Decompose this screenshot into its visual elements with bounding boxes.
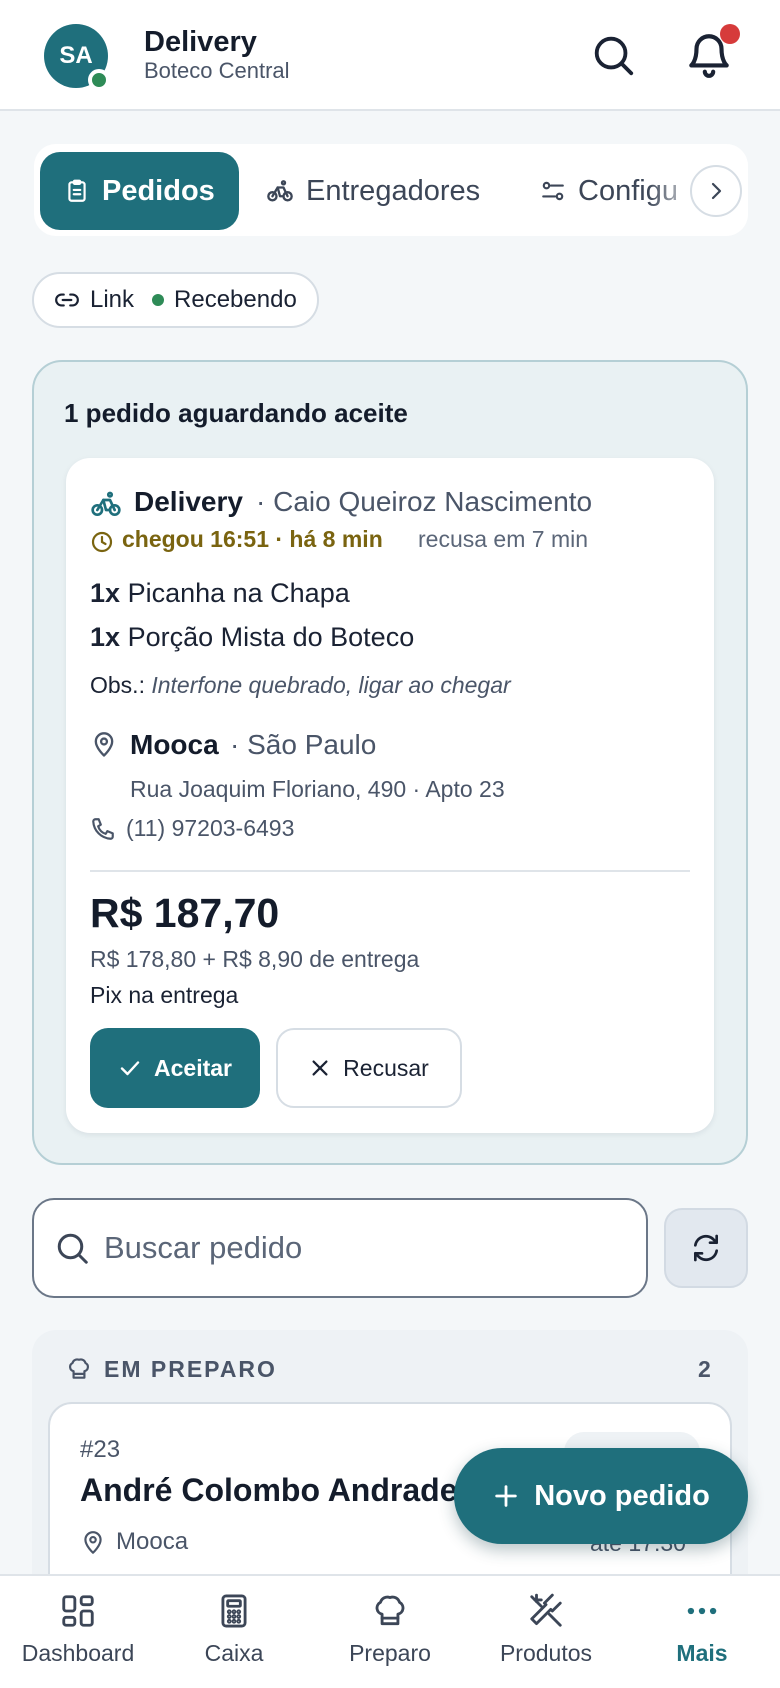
notification-badge <box>720 24 740 44</box>
chef-hat-icon <box>69 1358 89 1379</box>
tab-bar: Pedidos Entregadores Configu <box>34 144 748 236</box>
new-order-label: Novo pedido <box>534 1479 710 1512</box>
clipboard-icon <box>68 179 86 202</box>
utensils-icon <box>530 1593 562 1627</box>
more-icon <box>687 1607 717 1615</box>
item-qty: 1x <box>90 622 121 652</box>
section-title: EM PREPARO <box>104 1356 277 1382</box>
receiving-status-dot <box>152 294 165 306</box>
sliders-icon <box>542 181 564 201</box>
divider <box>90 870 690 872</box>
location-pin-icon <box>84 1531 102 1554</box>
customer-phone[interactable]: (11) 97203-6493 <box>126 815 294 842</box>
location-pin-icon <box>94 732 114 757</box>
order-total: R$ 187,70 <box>90 890 280 936</box>
nav-label: Caixa <box>204 1640 264 1666</box>
app-header <box>0 0 780 111</box>
order-type: Delivery <box>134 486 243 517</box>
close-icon <box>312 1060 328 1076</box>
customer-name: · Caio Queiroz Nascimento <box>256 486 593 517</box>
search-input[interactable] <box>104 1220 624 1276</box>
order-notes: Obs.: Interfone quebrado, ligar ao chega… <box>90 672 511 699</box>
new-order-button[interactable]: Novo pedido <box>454 1448 748 1544</box>
bike-icon <box>267 180 293 202</box>
accept-label: Aceitar <box>154 1054 232 1081</box>
tab-label: Pedidos <box>102 174 215 207</box>
dashboard-icon <box>62 1595 94 1627</box>
city: · São Paulo <box>230 729 377 760</box>
nav-item-mais[interactable]: Mais <box>632 1592 772 1667</box>
section-count: 2 <box>698 1356 711 1382</box>
item-name: Picanha na Chapa <box>127 578 350 608</box>
search-icon <box>594 36 634 76</box>
accept-button[interactable]: Aceitar <box>90 1028 260 1108</box>
link-icon <box>55 293 79 307</box>
nav-label: Produtos <box>499 1640 593 1666</box>
ticket-customer-name: André Colombo Andrade <box>80 1472 458 1508</box>
neighborhood: Mooca <box>130 729 219 760</box>
order-item: 1x Porção Mista do Boteco <box>90 622 414 653</box>
tab-label: Entregadores <box>306 174 481 207</box>
nav-item-preparo[interactable]: Preparo <box>320 1592 460 1667</box>
page-title: Delivery <box>144 26 257 58</box>
link-status-chip[interactable]: Link Recebendo <box>32 272 319 328</box>
ticket-neighborhood: Mooca <box>116 1528 189 1555</box>
pending-orders-title: 1 pedido aguardando aceite <box>64 398 408 428</box>
store-name: Boteco Central <box>144 58 290 83</box>
phone-icon <box>92 818 114 840</box>
auto-refuse-timer: recusa em 7 min <box>418 526 589 552</box>
calculator-icon <box>221 1594 247 1628</box>
refuse-button[interactable]: Recusar <box>276 1028 462 1108</box>
check-icon <box>120 1061 140 1076</box>
link-label: Link <box>90 286 135 313</box>
tab-pedidos[interactable]: Pedidos <box>40 152 239 230</box>
refuse-label: Recusar <box>343 1054 429 1081</box>
payment-method: Pix na entrega <box>90 982 239 1008</box>
nav-item-dashboard[interactable]: Dashboard <box>8 1592 148 1667</box>
notes-text: Interfone quebrado, ligar ao chegar <box>151 672 511 698</box>
search-button[interactable] <box>590 32 636 78</box>
bike-icon <box>91 491 121 516</box>
item-name: Porção Mista do Boteco <box>127 622 415 652</box>
order-item: 1x Picanha na Chapa <box>90 578 350 609</box>
nav-item-caixa[interactable]: Caixa <box>164 1592 304 1667</box>
tabs-scroll-next-button[interactable] <box>690 165 742 217</box>
item-qty: 1x <box>90 578 121 608</box>
ticket-number: #23 <box>80 1436 121 1463</box>
clock-icon <box>91 531 113 553</box>
nav-item-produtos[interactable]: Produtos <box>476 1592 616 1667</box>
order-arrived-time: chegou 16:51 · há 8 min <box>122 526 383 552</box>
online-status-dot <box>88 69 110 91</box>
link-status-text: Recebendo <box>174 286 297 313</box>
nav-label: Dashboard <box>21 1640 135 1666</box>
nav-label: Mais <box>676 1640 728 1666</box>
avatar-initials: SA <box>59 42 93 69</box>
tab-entregadores[interactable]: Entregadores <box>266 152 480 230</box>
chevron-right-icon <box>711 182 722 200</box>
street-address: Rua Joaquim Floriano, 490 · Apto 23 <box>130 776 505 802</box>
nav-label: Preparo <box>349 1640 431 1666</box>
refresh-icon <box>694 1234 718 1262</box>
plus-icon <box>495 1485 517 1507</box>
notes-label: Obs.: <box>90 672 145 698</box>
search-icon <box>57 1233 88 1264</box>
refresh-button[interactable] <box>664 1208 748 1288</box>
chef-hat-icon <box>375 1595 405 1626</box>
order-breakdown: R$ 178,80 + R$ 8,90 de entrega <box>90 946 420 972</box>
